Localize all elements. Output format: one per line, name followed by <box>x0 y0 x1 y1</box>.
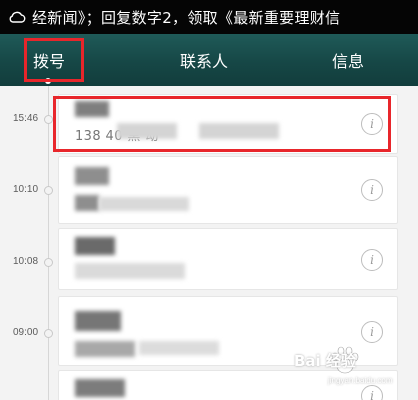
info-icon[interactable]: i <box>361 385 383 400</box>
time-label: 10:10 <box>13 184 39 195</box>
tab-bar: 拨号 联系人 信息 <box>0 34 418 86</box>
notification-ticker: 经新闻》；回复数字2，领取《最新重要理财信 <box>0 0 418 34</box>
timeline-dot <box>44 186 53 195</box>
ticker-text: 经新闻》；回复数字2，领取《最新重要理财信 <box>32 8 341 27</box>
tab-messages[interactable]: 信息 <box>322 34 374 86</box>
call-detail-blurred <box>99 197 189 211</box>
call-log-entry[interactable]: i <box>58 370 398 400</box>
call-log-entry[interactable]: i <box>58 156 398 224</box>
timeline-dot <box>44 329 53 338</box>
time-label: 10:08 <box>13 256 39 267</box>
call-detail-blurred <box>75 341 135 357</box>
contact-name-blurred <box>75 167 109 185</box>
contact-name-blurred <box>75 311 121 331</box>
call-log-entry[interactable]: 138 40 黑 动 i <box>58 94 398 154</box>
cloud-icon <box>8 10 26 24</box>
contact-name-blurred <box>75 379 125 397</box>
number-blurred <box>117 123 177 139</box>
call-detail-blurred <box>75 195 99 211</box>
info-icon[interactable]: i <box>361 179 383 201</box>
timeline-dot <box>44 258 53 267</box>
call-log-entry[interactable]: i <box>58 228 398 290</box>
info-icon[interactable]: i <box>361 249 383 271</box>
contact-name-blurred <box>75 101 109 117</box>
call-log-entry[interactable]: i <box>58 296 398 366</box>
tab-contacts[interactable]: 联系人 <box>166 34 242 86</box>
time-label: 09:00 <box>13 327 39 338</box>
location-blurred <box>199 123 279 139</box>
info-icon[interactable]: i <box>361 321 383 343</box>
time-label: 15:46 <box>13 113 39 124</box>
info-icon[interactable]: i <box>361 113 383 135</box>
selected-tab-indicator <box>45 78 51 84</box>
call-detail-blurred <box>75 263 185 279</box>
call-detail-blurred <box>139 341 219 355</box>
timeline-line <box>48 86 49 400</box>
timeline-dot <box>44 115 53 124</box>
contact-name-blurred <box>75 237 115 255</box>
